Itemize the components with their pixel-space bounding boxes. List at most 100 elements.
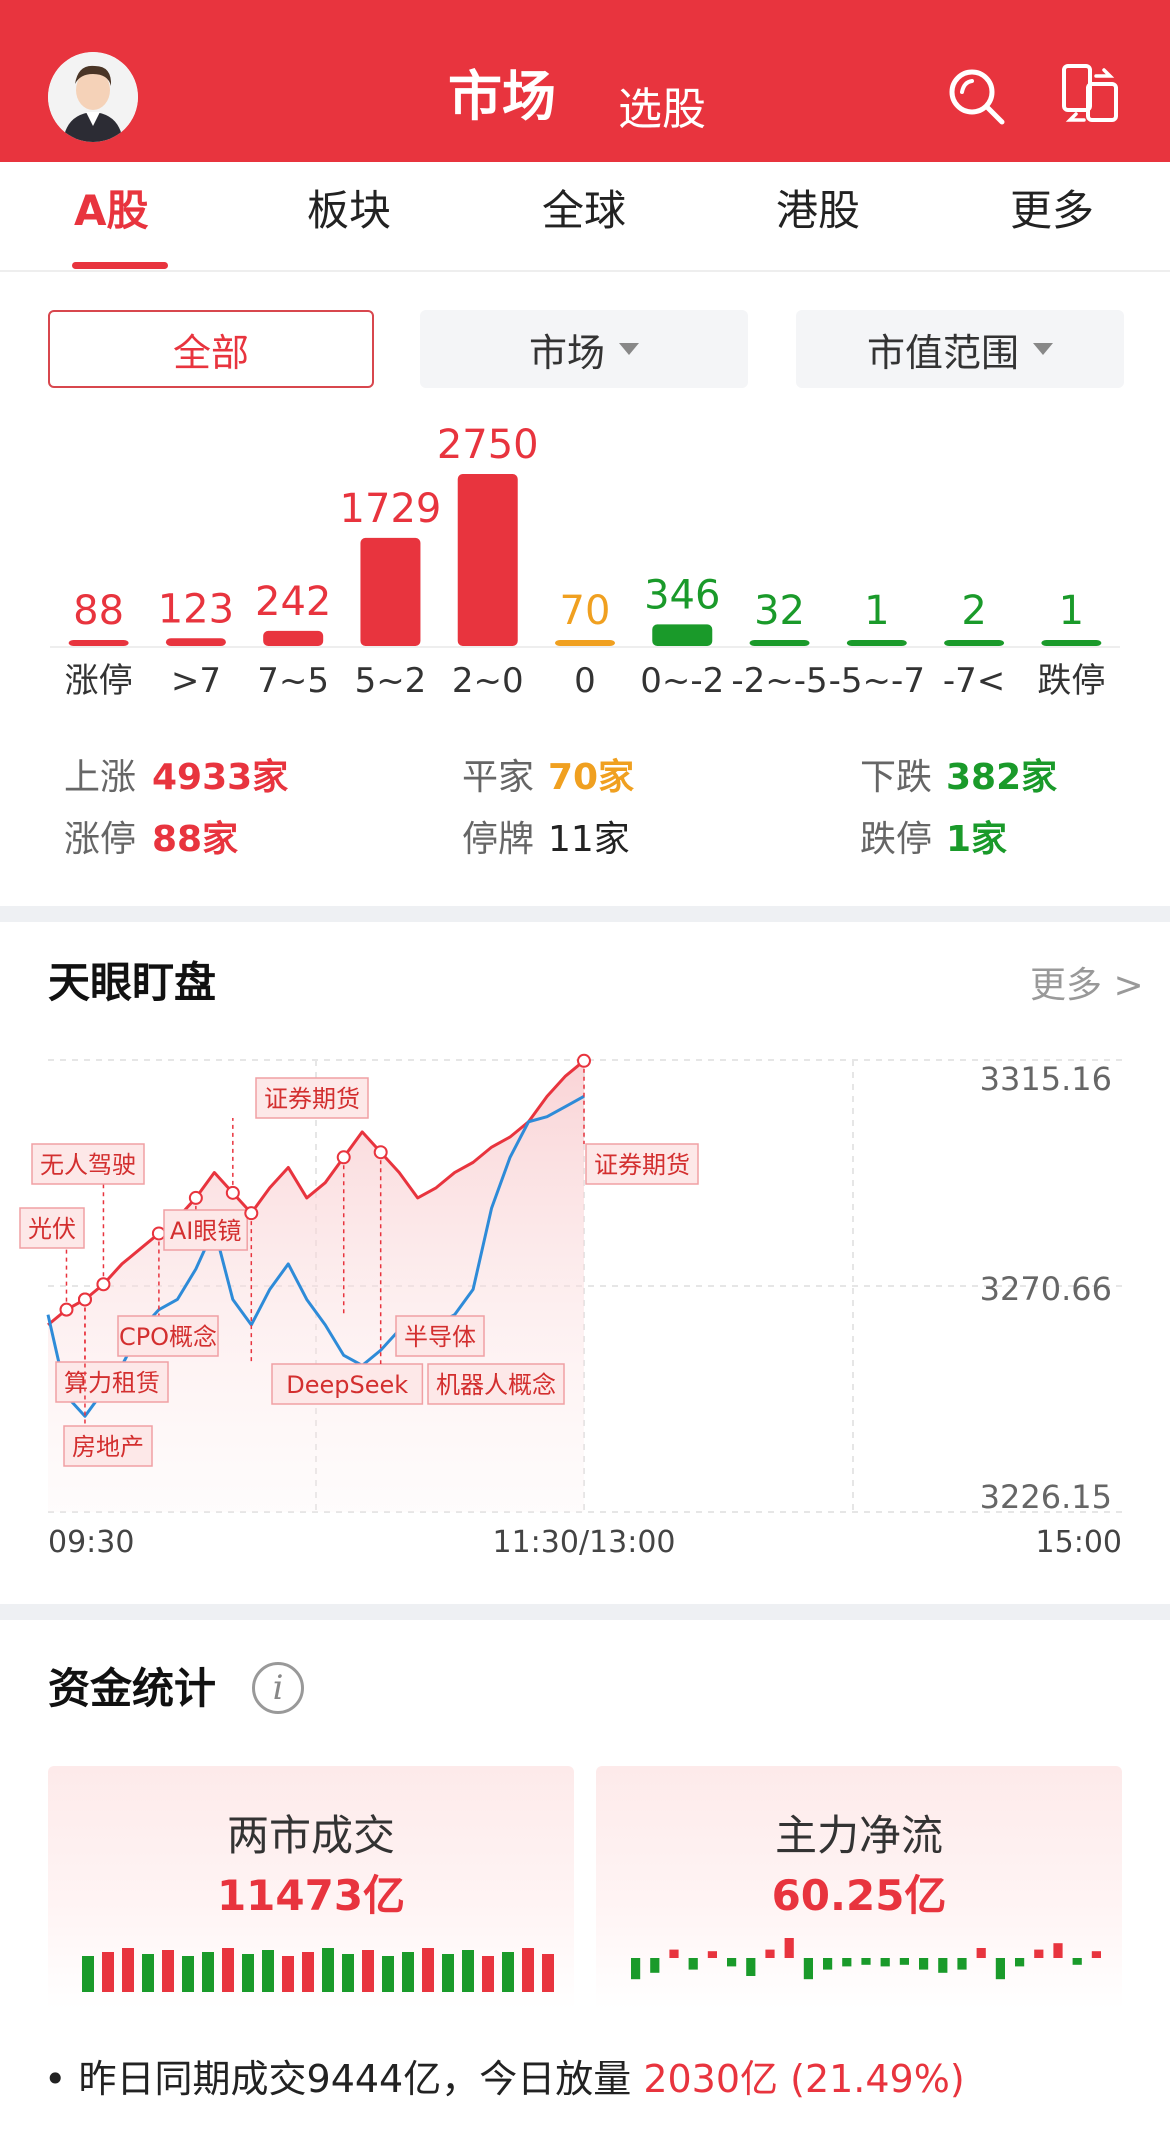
- filter-market-label: 市场: [528, 330, 605, 375]
- annotation-marker[interactable]: [244, 1206, 259, 1221]
- distribution-category-label: 跌停: [1037, 661, 1105, 701]
- more-link[interactable]: 更多 >: [1030, 968, 1144, 1004]
- annotation-marker[interactable]: [225, 1185, 240, 1200]
- tab-more[interactable]: 更多: [1010, 190, 1094, 232]
- distribution-value-label: 123: [158, 586, 234, 632]
- annotation-label: 算力租赁: [64, 1369, 160, 1397]
- distribution-bar[interactable]: [944, 640, 1005, 646]
- tab-a-shares[interactable]: A股: [74, 190, 149, 232]
- distribution-bar[interactable]: [1041, 640, 1102, 646]
- annotation-label: 机器人概念: [436, 1371, 556, 1399]
- turnover-bar: [302, 1952, 314, 1992]
- distribution-bar[interactable]: [749, 640, 810, 646]
- turnover-bar: [202, 1952, 214, 1992]
- turnover-bar: [262, 1950, 274, 1992]
- annotation-label: CPO概念: [119, 1323, 217, 1351]
- flow-bar: [842, 1958, 852, 1967]
- annotation-marker[interactable]: [188, 1190, 203, 1205]
- main-flow-card[interactable]: 主力净流 60.25亿: [596, 1766, 1122, 2010]
- turnover-bar: [162, 1950, 174, 1992]
- distribution-bar[interactable]: [165, 638, 226, 646]
- flow-bar: [803, 1958, 813, 1980]
- stock-picker-link[interactable]: 选股: [618, 88, 706, 132]
- turnover-bar: [522, 1948, 534, 1992]
- annotation-marker[interactable]: [336, 1150, 351, 1165]
- search-icon[interactable]: [944, 64, 1008, 128]
- turnover-bar: [422, 1948, 434, 1992]
- annotation-marker[interactable]: [77, 1292, 92, 1307]
- annotation-label: 房地产: [72, 1433, 144, 1461]
- flat-count-label: 平家: [462, 757, 535, 798]
- annotation-label: 光伏: [28, 1215, 76, 1243]
- distribution-bar[interactable]: [68, 640, 129, 646]
- turnover-bar: [182, 1956, 194, 1992]
- suspended-value: 11家: [548, 819, 630, 860]
- turnover-bar: [102, 1952, 114, 1992]
- annotation-marker[interactable]: [373, 1145, 388, 1160]
- index-intraday-chart[interactable]: 3315.16 3270.66 3226.15 09:30 11:30/13:00 15:…: [0, 1040, 1170, 1580]
- limit-down-label: 跌停: [860, 819, 933, 860]
- market-tabs: A股 板块 全球 港股 更多: [0, 162, 1170, 272]
- distribution-category-label: 涨停: [65, 661, 133, 701]
- flow-bar: [976, 1948, 986, 1958]
- flow-bar: [746, 1958, 756, 1976]
- info-icon[interactable]: i: [252, 1662, 304, 1714]
- distribution-bar[interactable]: [457, 474, 518, 646]
- flow-bar: [784, 1938, 794, 1958]
- turnover-bar: [242, 1954, 254, 1992]
- turnover-bar: [322, 1948, 334, 1992]
- annotation-label: 证券期货: [264, 1085, 360, 1113]
- turnover-bar: [362, 1950, 374, 1992]
- turnover-bar: [122, 1948, 134, 1992]
- flat-count-value: 70家: [548, 757, 635, 798]
- distribution-value-label: 242: [255, 579, 331, 625]
- down-count-value: 382家: [946, 757, 1058, 798]
- tab-global[interactable]: 全球: [542, 190, 626, 232]
- turnover-bar: [502, 1952, 514, 1992]
- distribution-bar[interactable]: [652, 624, 713, 646]
- section-title-fund-stats: 资金统计: [48, 1664, 217, 1713]
- main-flow-value: 60.25亿: [771, 1871, 947, 1920]
- flow-bar: [1091, 1951, 1101, 1958]
- distribution-value-label: 2: [961, 588, 986, 634]
- flow-bar: [861, 1958, 871, 1965]
- annotation-label: 无人驾驶: [40, 1151, 136, 1179]
- distribution-bar[interactable]: [846, 640, 907, 646]
- avatar[interactable]: [48, 52, 138, 142]
- turnover-card[interactable]: 两市成交 11473亿: [48, 1766, 574, 2010]
- distribution-value-label: 2750: [437, 422, 539, 468]
- distribution-category-label: 0~-2: [640, 661, 724, 701]
- up-count-value: 4933家: [152, 757, 289, 798]
- distribution-bar[interactable]: [263, 630, 324, 646]
- filter-all-button[interactable]: 全部: [48, 310, 374, 388]
- distribution-bar[interactable]: [360, 537, 421, 646]
- annotation-marker[interactable]: [151, 1226, 166, 1241]
- filter-market-cap-dropdown[interactable]: 市值范围: [796, 310, 1124, 388]
- rise-fall-distribution-chart: 88 涨停 123 >7 242 7~5 1729 5~2 2750 2~0 70 0 346 0~-2 3…: [50, 422, 1120, 701]
- distribution-category-label: 2~0: [452, 661, 524, 701]
- distribution-value-label: 88: [73, 588, 124, 634]
- turnover-bar: [282, 1956, 294, 1992]
- chevron-down-icon: [1033, 343, 1053, 355]
- distribution-category-label: -7<: [943, 661, 1005, 701]
- annotation-label: DeepSeek: [286, 1371, 408, 1399]
- annotation-marker[interactable]: [59, 1302, 74, 1317]
- filter-market-dropdown[interactable]: 市场: [420, 310, 748, 388]
- chevron-down-icon: [619, 343, 639, 355]
- tab-sectors[interactable]: 板块: [307, 190, 391, 232]
- annotation-label: 半导体: [404, 1323, 476, 1351]
- annotation-marker[interactable]: [577, 1053, 591, 1068]
- filter-cap-label: 市值范围: [866, 330, 1019, 375]
- flow-bar: [650, 1958, 660, 1973]
- tab-hk-shares[interactable]: 港股: [776, 190, 860, 232]
- switch-device-icon[interactable]: [1058, 62, 1122, 126]
- main-flow-title: 主力净流: [774, 1811, 943, 1860]
- limit-up-label: 涨停: [64, 819, 137, 860]
- flow-bar: [899, 1958, 909, 1965]
- bullet: •: [44, 2057, 67, 2101]
- flow-bar: [880, 1958, 890, 1967]
- turnover-bar: [482, 1956, 494, 1992]
- flow-bar: [938, 1958, 948, 1973]
- annotation-marker[interactable]: [96, 1277, 111, 1292]
- distribution-bar[interactable]: [555, 640, 615, 646]
